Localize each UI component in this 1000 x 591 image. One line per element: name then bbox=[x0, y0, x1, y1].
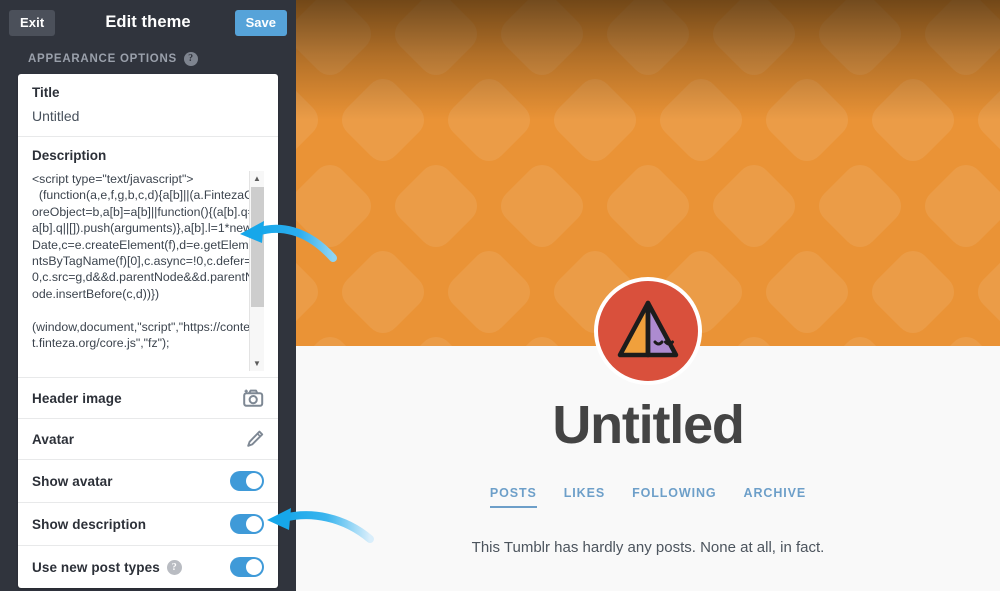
header-pattern-diamond bbox=[296, 157, 379, 255]
use-new-post-types-label: Use new post types ? bbox=[32, 559, 182, 575]
toggle-knob bbox=[246, 559, 262, 575]
toggle-knob bbox=[246, 473, 262, 489]
pyramid-icon bbox=[617, 300, 679, 358]
row-show-description[interactable]: Show description bbox=[18, 503, 278, 546]
avatar-label: Avatar bbox=[32, 431, 75, 447]
show-avatar-toggle[interactable] bbox=[230, 471, 264, 491]
preview-nav: POSTS LIKES FOLLOWING ARCHIVE bbox=[296, 486, 1000, 508]
scroll-down-arrow-icon[interactable]: ▼ bbox=[250, 356, 264, 371]
appearance-options-header: APPEARANCE OPTIONS ? bbox=[0, 45, 296, 74]
preview-empty-message: This Tumblr has hardly any posts. None a… bbox=[471, 539, 825, 556]
header-pattern-diamond bbox=[493, 157, 591, 255]
use-new-post-types-text: Use new post types bbox=[32, 559, 160, 575]
header-pattern-diamond bbox=[296, 329, 379, 346]
scrollbar-thumb[interactable] bbox=[251, 187, 264, 307]
description-textarea-wrapper: <script type="text/javascript"> (functio… bbox=[32, 171, 264, 371]
row-header-image[interactable]: Header image bbox=[18, 378, 278, 419]
header-pattern-diamond bbox=[811, 157, 909, 255]
nav-item-likes[interactable]: LIKES bbox=[564, 486, 605, 508]
description-scrollbar[interactable]: ▲ ▼ bbox=[249, 171, 264, 371]
show-description-label: Show description bbox=[32, 516, 147, 532]
row-show-avatar[interactable]: Show avatar bbox=[18, 460, 278, 503]
header-pattern-diamond bbox=[758, 243, 856, 341]
appearance-options-label: APPEARANCE OPTIONS bbox=[28, 53, 177, 65]
sidebar-toolbar: Exit Edit theme Save bbox=[0, 0, 296, 45]
row-use-new-post-types[interactable]: Use new post types ? bbox=[18, 546, 278, 588]
header-pattern-diamond bbox=[296, 243, 326, 341]
camera-add-icon[interactable] bbox=[243, 389, 264, 407]
nav-item-posts[interactable]: POSTS bbox=[489, 486, 537, 508]
header-pattern-diamond bbox=[387, 329, 485, 346]
title-field-block[interactable]: Title Untitled bbox=[18, 74, 278, 137]
appearance-options-panel: Title Untitled Description <script type=… bbox=[18, 74, 278, 588]
header-pattern-diamond bbox=[811, 329, 909, 346]
app-root: Exit Edit theme Save APPEARANCE OPTIONS … bbox=[0, 0, 1000, 591]
header-pattern-diamond bbox=[970, 243, 1000, 341]
avatar[interactable] bbox=[594, 277, 702, 385]
help-icon[interactable]: ? bbox=[166, 559, 182, 575]
header-pattern-diamond bbox=[705, 157, 803, 255]
preview-blog-title: Untitled bbox=[552, 395, 745, 455]
show-avatar-label: Show avatar bbox=[32, 473, 113, 489]
theme-editor-sidebar: Exit Edit theme Save APPEARANCE OPTIONS … bbox=[0, 0, 296, 591]
row-avatar[interactable]: Avatar bbox=[18, 419, 278, 460]
scroll-up-arrow-icon[interactable]: ▲ bbox=[250, 171, 264, 186]
header-pattern-diamond bbox=[440, 243, 538, 341]
toggle-knob bbox=[246, 516, 262, 532]
exit-button[interactable]: Exit bbox=[9, 9, 56, 36]
description-field-block: Description <script type="text/javascrip… bbox=[18, 137, 278, 378]
header-top-shade bbox=[296, 0, 1000, 120]
header-image-label: Header image bbox=[32, 390, 122, 406]
header-pattern-diamond bbox=[917, 157, 1000, 255]
nav-item-following[interactable]: FOLLOWING bbox=[632, 486, 716, 508]
title-input[interactable]: Untitled bbox=[32, 108, 264, 124]
description-field-label: Description bbox=[32, 148, 107, 163]
pencil-icon[interactable] bbox=[246, 430, 264, 448]
title-field-label: Title bbox=[32, 85, 60, 100]
help-icon[interactable]: ? bbox=[183, 52, 198, 66]
save-button[interactable]: Save bbox=[234, 9, 287, 36]
header-pattern-diamond bbox=[599, 157, 697, 255]
use-new-post-types-toggle[interactable] bbox=[230, 557, 264, 577]
header-pattern-diamond bbox=[493, 329, 591, 346]
nav-item-archive[interactable]: ARCHIVE bbox=[744, 486, 807, 508]
show-description-toggle[interactable] bbox=[230, 514, 264, 534]
header-pattern-diamond bbox=[387, 157, 485, 255]
header-pattern-diamond bbox=[334, 243, 432, 341]
description-textarea[interactable]: <script type="text/javascript"> (functio… bbox=[32, 171, 257, 371]
header-pattern-diamond bbox=[864, 243, 962, 341]
header-pattern-diamond bbox=[705, 329, 803, 346]
theme-preview: Untitled POSTS LIKES FOLLOWING ARCHIVE T… bbox=[296, 0, 1000, 591]
header-pattern-diamond bbox=[917, 329, 1000, 346]
